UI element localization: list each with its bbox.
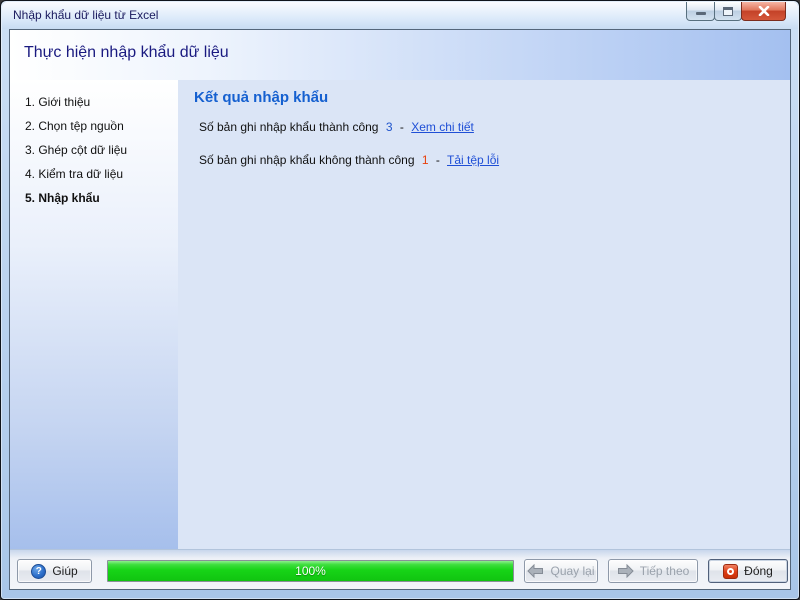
success-count: 3 (385, 120, 393, 134)
maximize-icon (723, 6, 733, 16)
arrow-left-icon (527, 564, 544, 578)
wizard-header: Thực hiện nhập khẩu dữ liệu (10, 30, 790, 80)
next-button[interactable]: Tiếp theo (608, 559, 698, 583)
success-separator: - (399, 120, 404, 134)
close-power-icon (723, 563, 739, 579)
wizard-window: Nhập khẩu dữ liệu từ Excel Thực hiện nhậ… (0, 0, 800, 600)
step-item-kiem-tra-du-lieu: 4. Kiểm tra dữ liệu (25, 167, 124, 181)
window-controls (686, 2, 786, 21)
step-item-ghep-cot-du-lieu: 3. Ghép cột dữ liệu (25, 143, 128, 157)
failure-separator: - (435, 153, 440, 167)
wizard-steps-sidebar: 1. Giới thiệu 2. Chọn tệp nguồn 3. Ghép … (10, 80, 178, 549)
content-panel: Kết quả nhập khẩu Số bản ghi nhập khẩu t… (178, 80, 790, 549)
close-window-button[interactable] (741, 2, 786, 21)
progress-percent-text: 100% (295, 564, 326, 578)
back-button-label: Quay lại (550, 564, 595, 578)
wizard-body: 1. Giới thiệu 2. Chọn tệp nguồn 3. Ghép … (10, 80, 790, 549)
help-button[interactable]: ? Giúp (17, 559, 92, 583)
arrow-right-icon (617, 564, 634, 578)
help-icon: ? (31, 563, 47, 579)
step-item-nhap-khau-active: 5. Nhập khẩu (25, 191, 100, 205)
next-button-label: Tiếp theo (639, 564, 690, 578)
success-label: Số bản ghi nhập khẩu thành công (199, 120, 379, 134)
footer-bar: ? Giúp 100% Quay lại Tiếp theo Đóng (10, 549, 790, 589)
failure-label: Số bản ghi nhập khẩu không thành công (199, 153, 415, 167)
dialog-client-area: Thực hiện nhập khẩu dữ liệu 1. Giới thiệ… (9, 29, 791, 590)
success-result-line: Số bản ghi nhập khẩu thành công 3 - Xem … (199, 120, 474, 134)
maximize-button[interactable] (714, 2, 742, 21)
progress-bar: 100% (107, 560, 514, 582)
result-heading: Kết quả nhập khẩu (194, 89, 329, 106)
failure-result-line: Số bản ghi nhập khẩu không thành công 1 … (199, 153, 499, 167)
page-title: Thực hiện nhập khẩu dữ liệu (24, 44, 229, 61)
titlebar: Nhập khẩu dữ liệu từ Excel (2, 2, 798, 29)
close-dialog-button[interactable]: Đóng (708, 559, 788, 583)
step-item-chon-tep-nguon: 2. Chọn tệp nguồn (25, 119, 124, 133)
download-error-file-link[interactable]: Tải tệp lỗi (447, 153, 499, 167)
close-icon (758, 6, 769, 16)
window-title: Nhập khẩu dữ liệu từ Excel (13, 8, 159, 22)
step-item-gioi-thieu: 1. Giới thiệu (25, 95, 91, 109)
help-button-label: Giúp (52, 564, 78, 578)
back-button[interactable]: Quay lại (524, 559, 598, 583)
minimize-icon (695, 11, 706, 15)
progress-fill: 100% (108, 561, 513, 581)
failure-count: 1 (421, 153, 429, 167)
minimize-button[interactable] (686, 2, 715, 21)
close-button-label: Đóng (744, 564, 773, 578)
view-details-link[interactable]: Xem chi tiết (411, 120, 474, 134)
